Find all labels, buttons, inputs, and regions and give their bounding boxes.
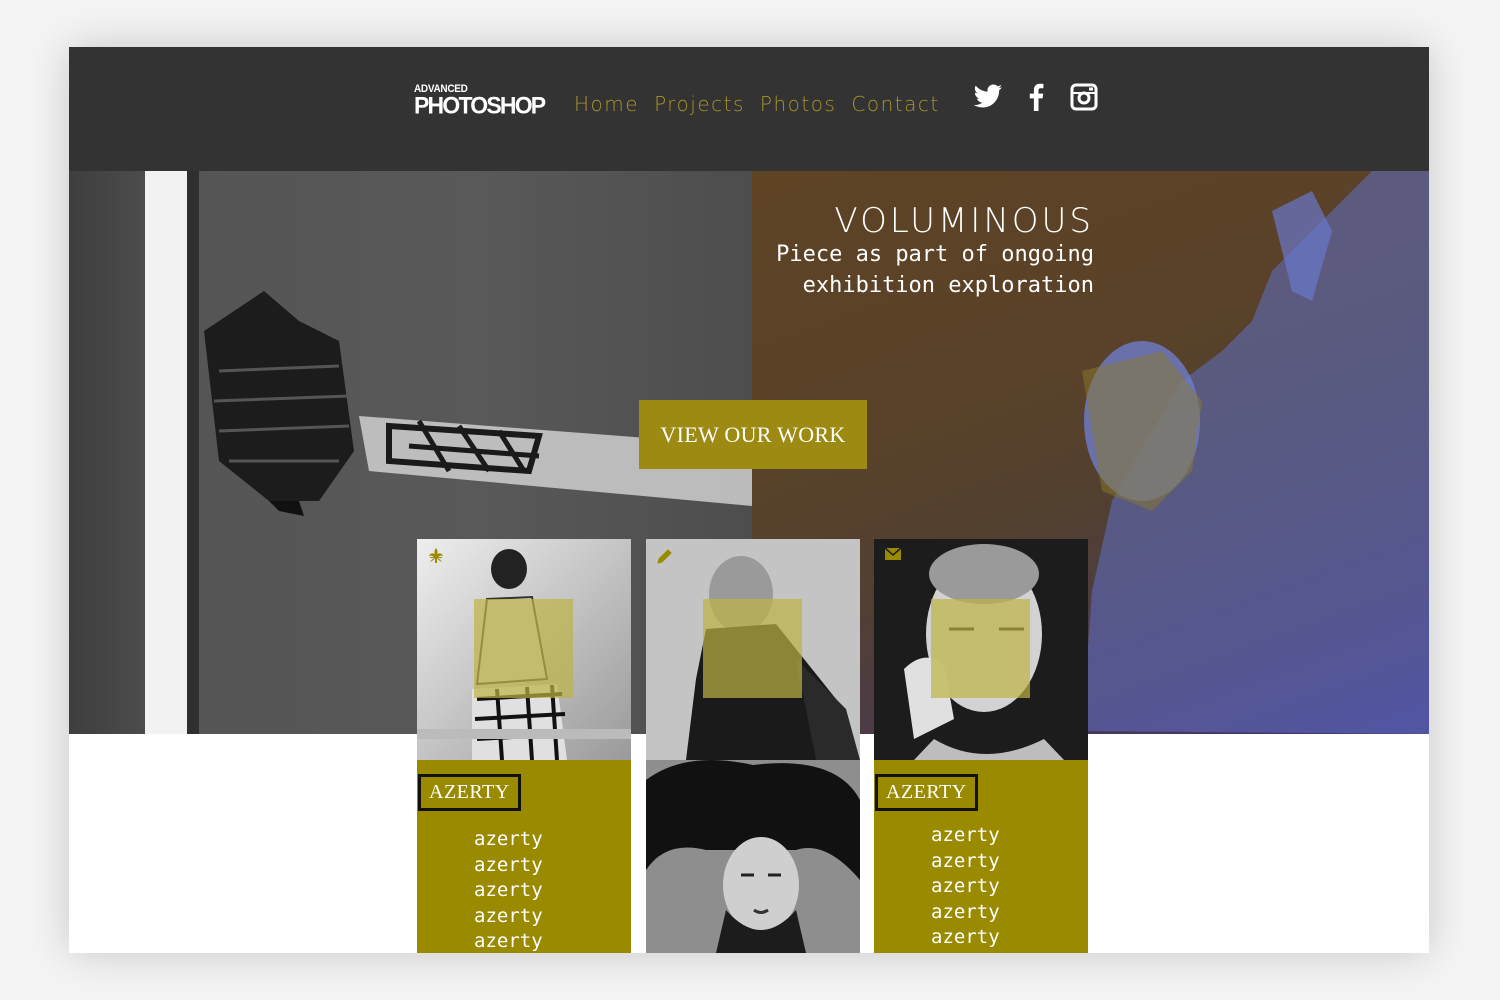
pencil-icon <box>656 547 674 570</box>
list-item[interactable]: azerty <box>931 823 1000 849</box>
list-item[interactable]: azerty <box>474 853 543 879</box>
logo-line-2: PHOTOSHOP <box>414 91 546 119</box>
card-3-list: azerty azerty azerty azerty azerty <box>931 823 1000 951</box>
main-nav: Home Projects Photos Contact <box>574 92 940 116</box>
list-item[interactable]: azerty <box>931 874 1000 900</box>
fleur-de-lis-icon <box>427 547 445 570</box>
card-1-overlay <box>474 599 573 698</box>
nav-home[interactable]: Home <box>574 92 639 116</box>
nav-projects[interactable]: Projects <box>654 92 745 116</box>
hero-subtitle: Piece as part of ongoing exhibition expl… <box>776 242 1094 298</box>
nav-contact[interactable]: Contact <box>851 92 939 116</box>
project-card-3[interactable]: AZERTY azerty azerty azerty azerty azert… <box>874 539 1088 953</box>
instagram-icon[interactable] <box>1068 82 1100 112</box>
project-card-1[interactable]: AZERTY azerty azerty azerty azerty azert… <box>417 539 631 953</box>
logo[interactable]: ADVANCED PHOTOSHOP <box>414 84 546 121</box>
envelope-icon <box>884 547 902 566</box>
nav-photos[interactable]: Photos <box>760 92 836 116</box>
list-item[interactable]: azerty <box>474 827 543 853</box>
list-item[interactable]: azerty <box>931 900 1000 926</box>
project-card-2[interactable] <box>646 539 860 953</box>
list-item[interactable]: azerty <box>474 878 543 904</box>
twitter-icon[interactable] <box>972 82 1004 112</box>
card-3-overlay <box>931 599 1030 698</box>
card-1-tag: AZERTY <box>418 774 521 811</box>
card-2-lower-photo <box>646 760 860 953</box>
site-header: ADVANCED PHOTOSHOP Home Projects Photos … <box>69 47 1429 171</box>
card-3-panel: AZERTY azerty azerty azerty azerty azert… <box>874 760 1088 953</box>
list-item[interactable]: azerty <box>474 904 543 930</box>
list-item[interactable]: azerty <box>931 849 1000 875</box>
hero-title: VOLUMINOUS <box>834 201 1094 241</box>
social-links <box>972 82 1100 112</box>
card-2-overlay <box>703 599 802 698</box>
card-3-tag: AZERTY <box>875 774 978 811</box>
card-1-list: azerty azerty azerty azerty azerty <box>474 827 543 953</box>
card-1-panel: AZERTY azerty azerty azerty azerty azert… <box>417 760 631 953</box>
list-item[interactable]: azerty <box>474 929 543 953</box>
list-item[interactable]: azerty <box>931 925 1000 951</box>
browser-frame: ADVANCED PHOTOSHOP Home Projects Photos … <box>69 47 1429 953</box>
view-our-work-button[interactable]: VIEW OUR WORK <box>639 400 867 469</box>
facebook-icon[interactable] <box>1020 82 1052 112</box>
